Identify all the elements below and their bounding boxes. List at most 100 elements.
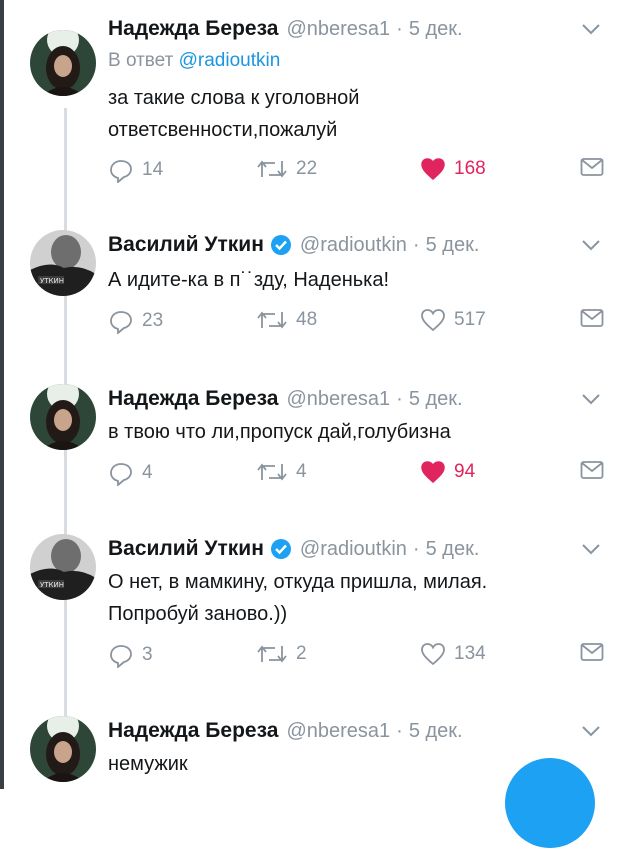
tweet-header: Надежда Береза @nberesa1 · 5 дек. <box>108 714 463 748</box>
reply-icon <box>110 160 132 183</box>
reply-count: 23 <box>142 310 164 331</box>
compose-tweet-button[interactable] <box>505 758 595 848</box>
tweet-text: А идите-ка в п˙˙зду, Наденька! <box>108 264 389 296</box>
separator-dot: · <box>412 537 420 560</box>
avatar[interactable] <box>30 30 96 96</box>
chevron-down-icon[interactable] <box>580 538 602 560</box>
svg-text:УТКИН: УТКИН <box>40 581 64 589</box>
tweet-text: немужик <box>108 748 188 780</box>
tweet-actions: 14 22 168 <box>108 157 608 187</box>
retweet-count: 48 <box>296 309 318 330</box>
retweet-count: 4 <box>296 461 307 482</box>
tweet-header: Василий Уткин @radioutkin · 5 дек. <box>108 532 479 566</box>
like-button[interactable]: 94 <box>420 460 475 484</box>
window-edge <box>0 0 4 789</box>
separator-dot: · <box>396 17 403 40</box>
avatar[interactable] <box>30 716 96 782</box>
reply-icon <box>110 463 132 486</box>
heart-icon <box>421 643 445 666</box>
author-handle[interactable]: @radioutkin <box>300 538 407 561</box>
tweet-date[interactable]: 5 дек. <box>426 234 480 257</box>
envelope-icon <box>580 309 604 327</box>
envelope-icon <box>580 158 604 176</box>
tweet-header: Надежда Береза @nberesa1 · 5 дек. <box>108 12 463 46</box>
retweet-count: 22 <box>296 158 318 179</box>
svg-text:УТКИН: УТКИН <box>40 277 64 285</box>
chevron-down-icon[interactable] <box>580 234 602 256</box>
reply-button[interactable]: 23 <box>108 308 163 334</box>
tweet-text-line: за такие слова к уголовной <box>108 87 360 109</box>
direct-message-button[interactable] <box>580 642 604 662</box>
like-button[interactable]: 134 <box>420 642 486 666</box>
direct-message-button[interactable] <box>580 308 604 328</box>
tweet-text-line: немужик <box>108 753 188 775</box>
tweet-header: Надежда Береза @nberesa1 · 5 дек. <box>108 382 463 416</box>
author-name[interactable]: Надежда Береза <box>108 387 278 411</box>
chevron-down-icon[interactable] <box>580 720 602 742</box>
like-button[interactable]: 517 <box>420 308 486 332</box>
retweet-button[interactable]: 48 <box>256 308 317 332</box>
heart-icon <box>421 461 445 483</box>
tweet-text-line: О нет, в мамкину, откуда пришла, милая. <box>108 571 488 593</box>
reply-icon <box>110 311 132 334</box>
tweet-date[interactable]: 5 дек. <box>426 538 480 561</box>
tweet-actions: 23 48 517 <box>108 308 608 338</box>
tweet-text: О нет, в мамкину, откуда пришла, милая. … <box>108 566 487 630</box>
tweet-date[interactable]: 5 дек. <box>409 720 463 743</box>
envelope-icon <box>580 643 604 661</box>
avatar[interactable] <box>30 384 96 450</box>
reply-prefix: В ответ <box>108 50 174 71</box>
tweet-actions: 4 4 94 <box>108 460 608 490</box>
reply-button[interactable]: 14 <box>108 157 163 183</box>
like-count: 94 <box>454 461 476 482</box>
tweet-text: в твою что ли,пропуск дай,голубизна <box>108 416 451 448</box>
author-name[interactable]: Василий Уткин <box>108 233 264 257</box>
tweet-text-line: в твою что ли,пропуск дай,голубизна <box>108 421 451 443</box>
retweet-icon <box>257 160 287 178</box>
like-button[interactable]: 168 <box>420 157 486 181</box>
avatar[interactable]: УТКИН <box>30 534 96 600</box>
heart-icon <box>421 309 445 332</box>
reply-count: 4 <box>142 462 153 483</box>
like-count: 134 <box>454 643 486 664</box>
chevron-down-icon[interactable] <box>580 388 602 410</box>
tweet-text-line: Попробуй заново.)) <box>108 603 288 625</box>
retweet-button[interactable]: 2 <box>256 642 307 666</box>
author-name[interactable]: Надежда Береза <box>108 17 278 41</box>
separator-dot: · <box>412 233 420 256</box>
tweet-text: за такие слова к уголовной ответсвенност… <box>108 82 359 146</box>
reply-mention-link[interactable]: @radioutkin <box>179 50 281 71</box>
author-handle[interactable]: @nberesa1 <box>286 18 390 41</box>
retweet-icon <box>257 463 287 481</box>
tweet-header: Василий Уткин @radioutkin · 5 дек. <box>108 228 479 262</box>
like-count: 168 <box>454 158 486 179</box>
author-handle[interactable]: @nberesa1 <box>286 388 390 411</box>
tweet-actions: 3 2 134 <box>108 642 608 672</box>
direct-message-button[interactable] <box>580 157 604 177</box>
envelope-icon <box>580 461 604 479</box>
author-name[interactable]: Василий Уткин <box>108 537 264 561</box>
separator-dot: · <box>396 719 403 742</box>
reply-button[interactable]: 4 <box>108 460 153 486</box>
tweet-text-line: ответсвенности,пожалуй <box>108 119 338 141</box>
tweet-date[interactable]: 5 дек. <box>409 18 463 41</box>
reply-context: В ответ @radioutkin <box>108 50 280 72</box>
retweet-button[interactable]: 22 <box>256 157 317 181</box>
reply-count: 3 <box>142 644 153 665</box>
retweet-icon <box>257 645 287 663</box>
reply-icon <box>110 645 132 668</box>
chevron-down-icon[interactable] <box>580 18 602 40</box>
tweet-date[interactable]: 5 дек. <box>409 388 463 411</box>
retweet-icon <box>257 311 287 329</box>
author-handle[interactable]: @nberesa1 <box>286 720 390 743</box>
like-count: 517 <box>454 309 486 330</box>
author-name[interactable]: Надежда Береза <box>108 719 278 743</box>
retweet-button[interactable]: 4 <box>256 460 307 484</box>
author-handle[interactable]: @radioutkin <box>300 234 407 257</box>
verified-badge-icon <box>270 538 292 560</box>
verified-badge-icon <box>270 234 292 256</box>
direct-message-button[interactable] <box>580 460 604 480</box>
tweet-text-line: А идите-ка в п˙˙зду, Наденька! <box>108 269 390 291</box>
avatar[interactable]: УТКИН <box>30 230 96 296</box>
reply-button[interactable]: 3 <box>108 642 153 668</box>
